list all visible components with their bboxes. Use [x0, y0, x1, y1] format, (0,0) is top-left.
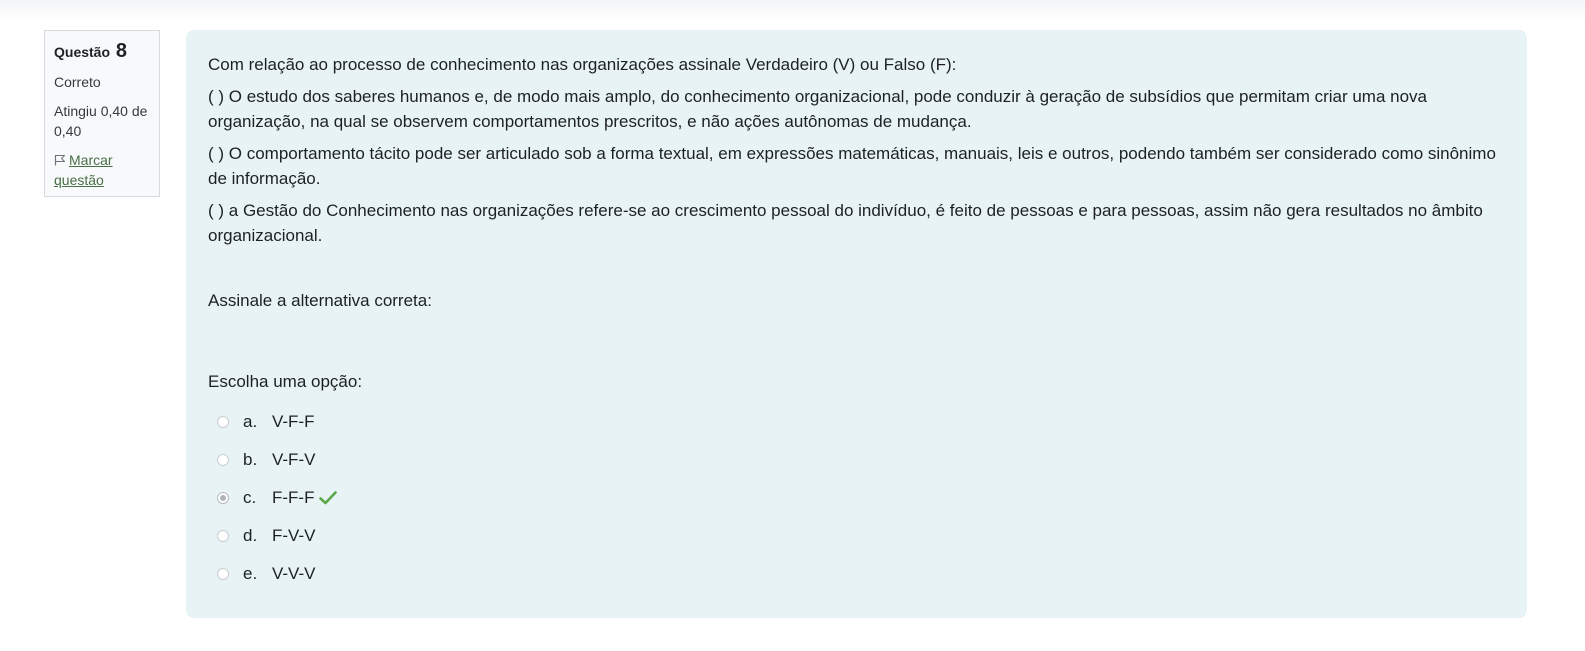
- option-c-radio[interactable]: [217, 492, 229, 504]
- option-e-letter: e.: [243, 564, 258, 583]
- option-c-text: F-F-F: [272, 488, 315, 507]
- question-state: Correto: [54, 74, 101, 90]
- question-content: Com relação ao processo de conhecimento …: [186, 30, 1527, 618]
- option-a-letter: a.: [243, 412, 258, 431]
- option-c[interactable]: c. F-F-F: [208, 479, 1505, 517]
- option-e[interactable]: e. V-V-V: [208, 555, 1505, 593]
- option-a-text: V-F-F: [272, 412, 315, 431]
- question-number: 8: [115, 40, 128, 62]
- statement-3: ( ) a Gestão do Conhecimento nas organiz…: [208, 201, 1483, 245]
- option-e-text: V-V-V: [272, 564, 316, 583]
- question-info-panel: Questão 8 Correto Atingiu 0,40 de 0,40 M…: [44, 30, 160, 197]
- option-c-letter: c.: [243, 488, 257, 507]
- answer-options: a. V-F-F b. V-F-V c. F-F-F d. F-V-V e. V…: [208, 403, 1505, 593]
- option-d[interactable]: d. F-V-V: [208, 517, 1505, 555]
- question-label: Questão: [54, 44, 111, 60]
- question-number-heading: Questão 8: [54, 39, 150, 64]
- statement-1: ( ) O estudo dos saberes humanos e, de m…: [208, 87, 1428, 131]
- option-a[interactable]: a. V-F-F: [208, 403, 1505, 441]
- option-b-letter: b.: [243, 450, 258, 469]
- correct-check-icon: [319, 491, 338, 505]
- question-grade: Atingiu 0,40 de 0,40: [54, 103, 148, 139]
- option-d-radio[interactable]: [217, 530, 229, 542]
- statement-2: ( ) O comportamento tácito pode ser arti…: [208, 144, 1496, 188]
- option-e-radio[interactable]: [217, 568, 229, 580]
- option-b[interactable]: b. V-F-V: [208, 441, 1505, 479]
- top-bar: [0, 0, 1585, 22]
- question-text: Com relação ao processo de conhecimento …: [208, 52, 1505, 313]
- option-b-text: V-F-V: [272, 450, 316, 469]
- flag-question-toggle[interactable]: Marcar questão: [54, 150, 150, 190]
- option-d-letter: d.: [243, 526, 258, 545]
- question-intro: Com relação ao processo de conhecimento …: [208, 55, 957, 74]
- answer-prompt: Escolha uma opção:: [208, 372, 363, 391]
- question-instruction: Assinale a alternativa correta:: [208, 291, 432, 310]
- option-d-text: F-V-V: [272, 526, 316, 545]
- option-b-radio[interactable]: [217, 454, 229, 466]
- option-a-radio[interactable]: [217, 416, 229, 428]
- flag-icon: [54, 155, 65, 166]
